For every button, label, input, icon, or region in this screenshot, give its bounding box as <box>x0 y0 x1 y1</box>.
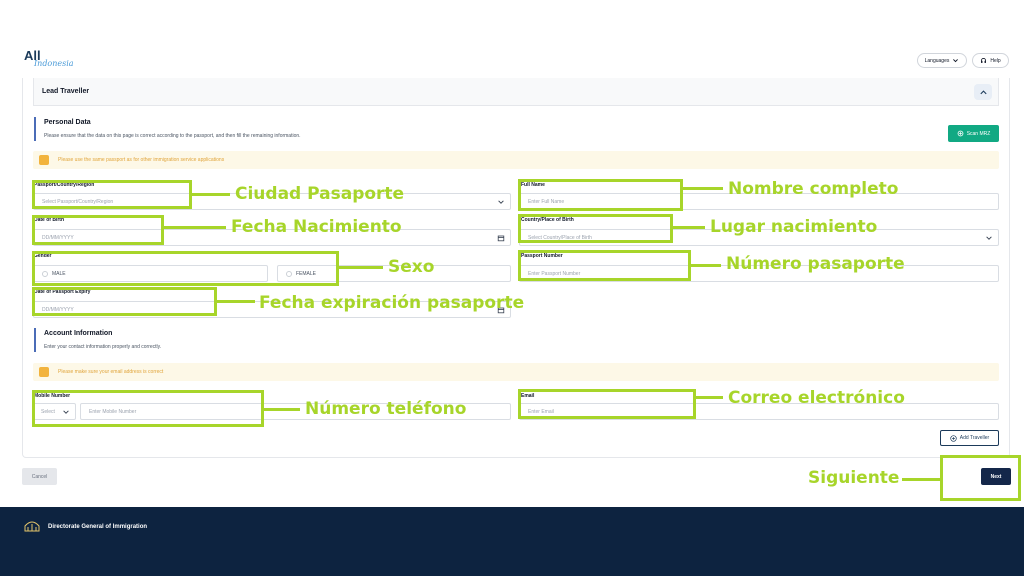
languages-button[interactable]: Languages <box>917 53 967 68</box>
personal-data-subtitle: Please ensure that the data on this page… <box>44 133 301 139</box>
scan-mrz-label: Scan MRZ <box>966 130 991 137</box>
highlight-connector <box>691 264 721 267</box>
highlight-box <box>32 215 164 245</box>
section-accent-bar <box>34 328 36 352</box>
annotation-numero-pasaporte: Número pasaporte <box>726 254 905 274</box>
collapse-button[interactable] <box>974 84 992 100</box>
highlight-connector <box>902 478 940 481</box>
headset-icon <box>981 57 987 63</box>
passport-notice-text: Please use the same passport as for othe… <box>58 157 225 163</box>
highlight-box <box>518 250 691 281</box>
immigration-emblem-icon <box>24 521 40 532</box>
highlight-box <box>518 179 683 211</box>
annotation-sexo: Sexo <box>388 257 435 277</box>
highlight-box <box>32 251 339 286</box>
annotation-fecha-exp: Fecha expiración pasaporte <box>259 293 525 313</box>
highlight-connector <box>696 396 723 399</box>
logo: All Indonesia <box>24 49 74 70</box>
annotation-nombre: Nombre completo <box>728 179 899 199</box>
highlight-connector <box>217 300 255 303</box>
annotation-correo: Correo electrónico <box>728 388 905 408</box>
logo-sub: Indonesia <box>34 59 74 68</box>
annotation-lugar: Lugar nacimiento <box>710 217 878 237</box>
highlight-box <box>518 214 673 243</box>
warning-icon <box>39 367 49 377</box>
languages-label: Languages <box>924 57 950 64</box>
add-traveller-button[interactable]: Add Traveller <box>940 430 999 446</box>
help-button[interactable]: Help <box>972 53 1009 68</box>
highlight-box <box>940 455 1021 501</box>
plus-circle-icon <box>950 434 957 442</box>
highlight-connector <box>192 193 230 196</box>
annotation-siguiente: Siguiente <box>808 468 900 488</box>
highlight-box <box>32 180 192 209</box>
highlight-connector <box>339 266 383 269</box>
scan-mrz-button[interactable]: Scan MRZ <box>948 125 999 142</box>
highlight-box <box>32 287 217 316</box>
footer-title: Directorate General of Immigration <box>48 524 148 530</box>
highlight-connector <box>683 187 723 190</box>
email-notice: Please make sure your email address is c… <box>33 363 999 381</box>
warning-icon <box>39 155 49 165</box>
email-notice-text: Please make sure your email address is c… <box>58 369 164 375</box>
highlight-connector <box>673 226 705 229</box>
chevron-down-icon <box>986 236 992 240</box>
section-accent-bar <box>34 117 36 141</box>
account-info-title: Account Information <box>44 330 113 337</box>
lead-traveller-header[interactable] <box>33 78 999 106</box>
annotation-telefono: Número teléfono <box>305 399 467 419</box>
calendar-icon <box>497 235 505 242</box>
passport-notice: Please use the same passport as for othe… <box>33 151 999 169</box>
cancel-button[interactable]: Cancel <box>22 468 57 485</box>
highlight-box <box>32 390 264 427</box>
account-info-subtitle: Enter your contact information properly … <box>44 344 162 350</box>
footer: Directorate General of Immigration <box>0 507 1024 576</box>
highlight-connector <box>164 226 226 229</box>
highlight-box <box>518 389 696 419</box>
lead-traveller-title: Lead Traveller <box>42 88 90 95</box>
add-traveller-label: Add Traveller <box>959 435 990 441</box>
chevron-up-icon <box>979 89 987 94</box>
scan-icon <box>957 130 964 137</box>
help-label: Help <box>990 57 1001 64</box>
chevron-down-icon <box>498 200 504 204</box>
personal-data-title: Personal Data <box>44 119 91 126</box>
chevron-down-icon <box>953 59 959 63</box>
annotation-ciudad: Ciudad Pasaporte <box>235 184 405 204</box>
highlight-connector <box>264 408 300 411</box>
annotation-fecha-nac: Fecha Nacimiento <box>231 217 402 237</box>
